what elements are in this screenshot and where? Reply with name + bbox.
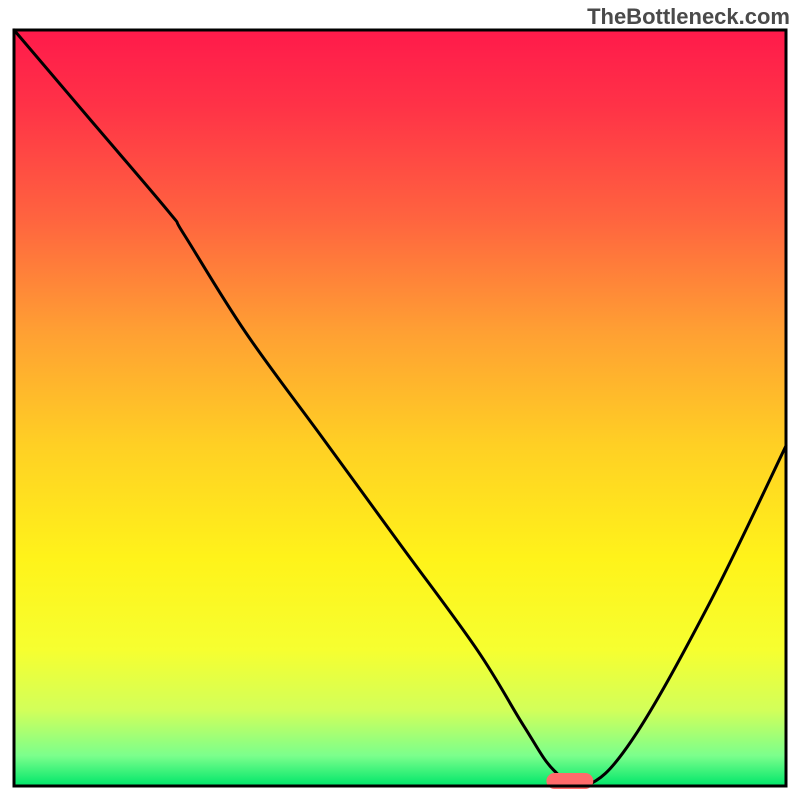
chart-svg <box>0 0 800 800</box>
chart-background <box>14 30 786 786</box>
bottleneck-chart: TheBottleneck.com <box>0 0 800 800</box>
watermark-text: TheBottleneck.com <box>587 4 790 30</box>
